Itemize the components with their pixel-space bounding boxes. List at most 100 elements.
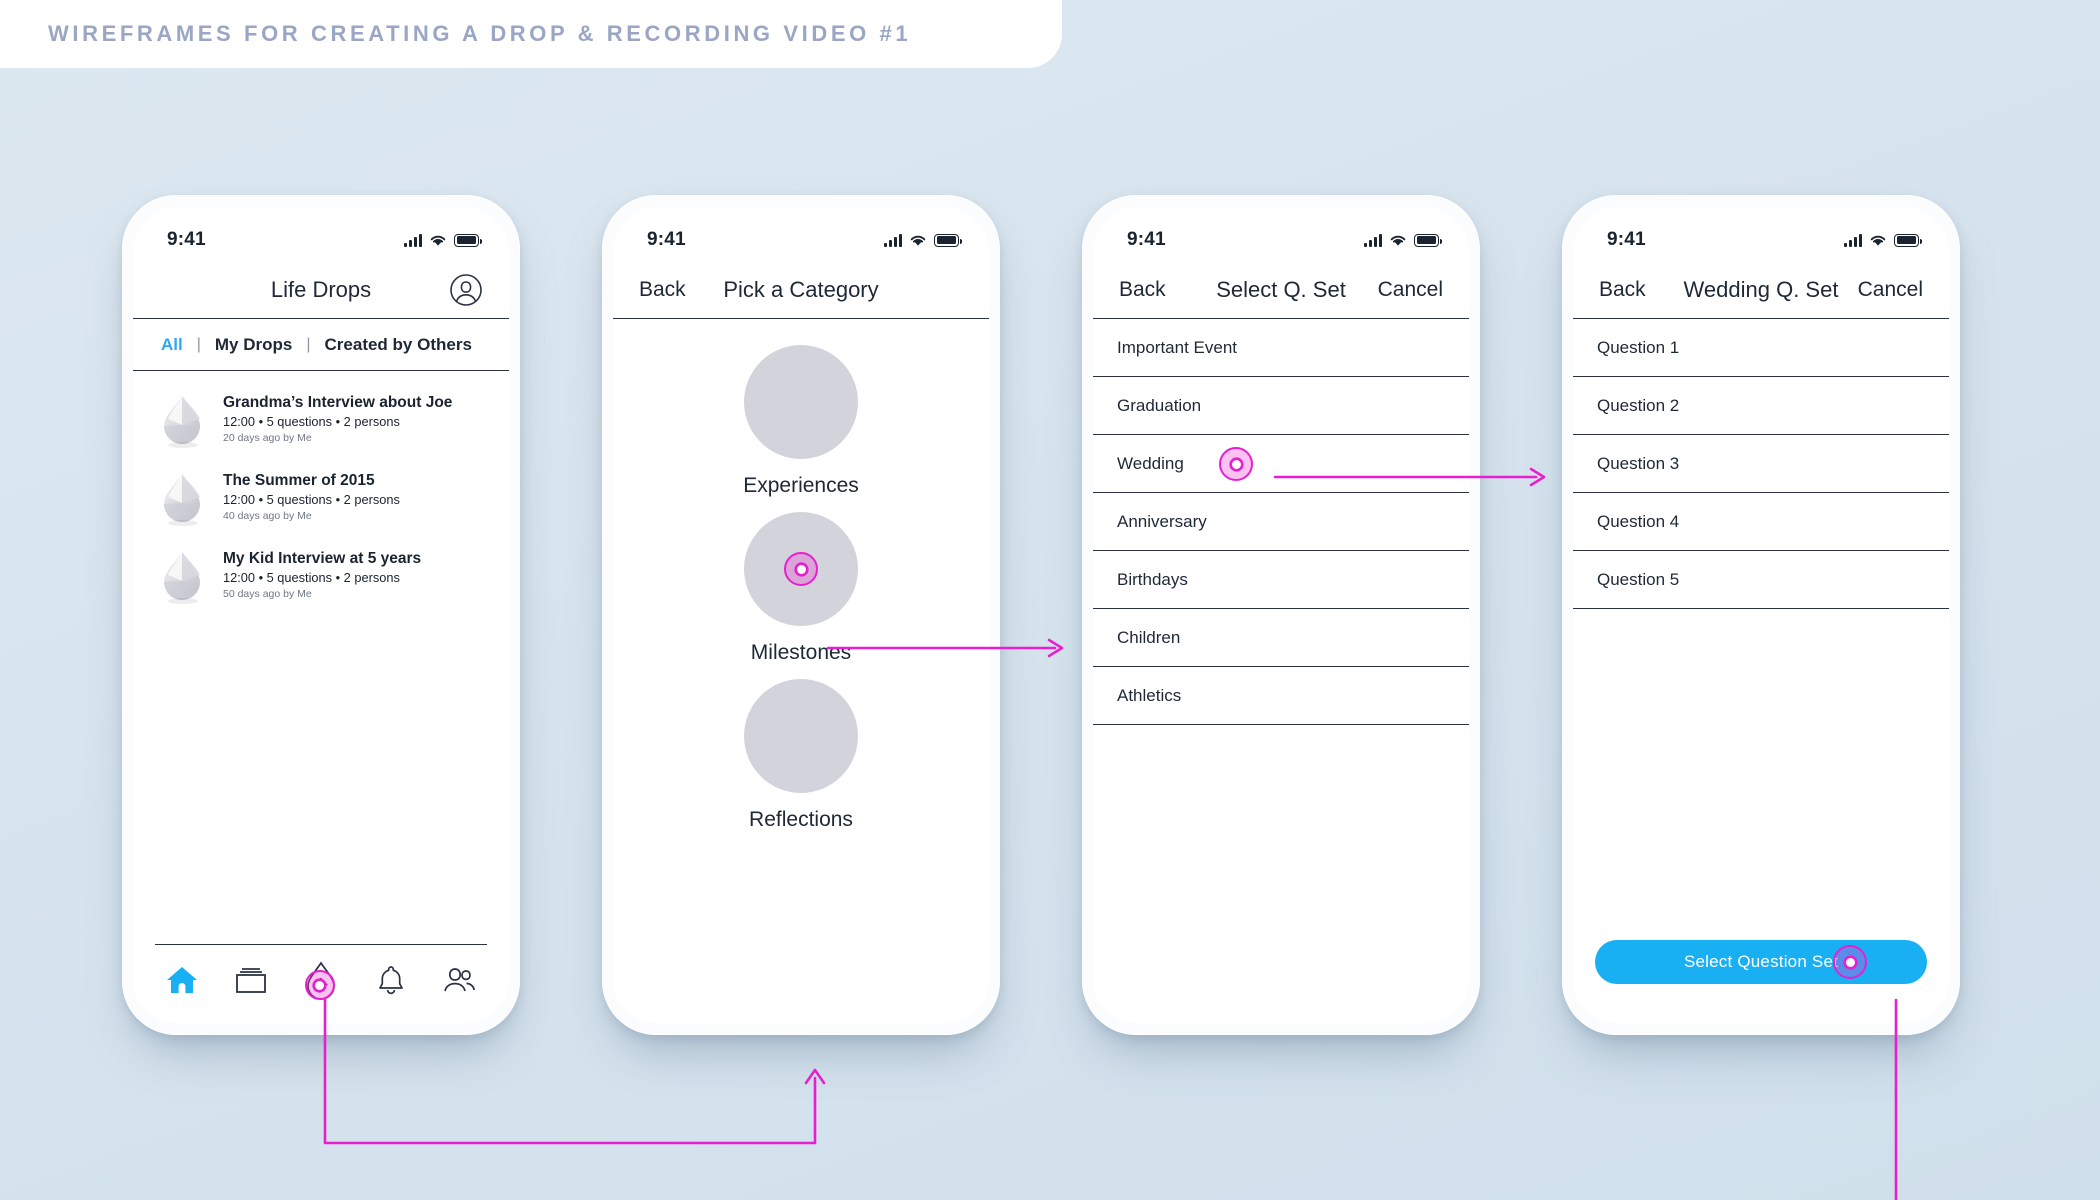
wifi-icon [1870, 235, 1886, 246]
tab-all[interactable]: All [161, 335, 183, 355]
drop-thumbnail-icon [155, 469, 209, 527]
phone-mockup-pick-category: 9:41 Back Pick a Category Experiences Mi… [602, 195, 1000, 1035]
list-item-athletics[interactable]: Athletics [1093, 667, 1469, 725]
cellular-bars-icon [404, 233, 422, 247]
drop-subtitle: 12:00 • 5 questions • 2 persons [223, 491, 400, 507]
status-bar: 9:41 [1573, 207, 1949, 261]
list-item-graduation[interactable]: Graduation [1093, 377, 1469, 435]
status-time: 9:41 [1127, 229, 1166, 250]
cta-container: Select Question Set [1573, 927, 1949, 1023]
status-icons [1844, 233, 1923, 247]
phone-mockup-wedding-qset: 9:41 Back Wedding Q. Set Cancel Question… [1562, 195, 1960, 1035]
list-item-question-1[interactable]: Question 1 [1573, 319, 1949, 377]
list-item-text: Grandma’s Interview about Joe 12:00 • 5 … [223, 393, 452, 447]
status-icons [884, 233, 963, 247]
cancel-button[interactable]: Cancel [1858, 278, 1923, 302]
bell-icon[interactable] [369, 958, 413, 1002]
phone-mockup-select-qset: 9:41 Back Select Q. Set Cancel Important… [1082, 195, 1480, 1035]
screen-select-qset: 9:41 Back Select Q. Set Cancel Important… [1093, 207, 1469, 1023]
drop-timestamp: 50 days ago by Me [223, 588, 312, 601]
status-bar: 9:41 [1093, 207, 1469, 261]
list-item-birthdays[interactable]: Birthdays [1093, 551, 1469, 609]
category-milestones[interactable]: Milestones [744, 512, 858, 665]
category-circle-icon [744, 345, 858, 459]
back-button[interactable]: Back [639, 278, 686, 302]
drop-title: Grandma’s Interview about Joe [223, 394, 453, 412]
connector-arrowhead-phone2 [804, 1068, 826, 1085]
drop-subtitle: 12:00 • 5 questions • 2 persons [223, 413, 400, 429]
cta-label: Select Question Set [1683, 952, 1839, 971]
drop-title: The Summer of 2015 [223, 472, 375, 490]
wifi-icon [1390, 235, 1406, 246]
connector-arrowhead-phone3 [1047, 638, 1064, 658]
list-item-question-2[interactable]: Question 2 [1573, 377, 1949, 435]
list-item-question-5[interactable]: Question 5 [1573, 551, 1949, 609]
tab-separator: | [196, 335, 201, 353]
list-item-wedding[interactable]: Wedding [1093, 435, 1469, 493]
list-item-anniversary[interactable]: Anniversary [1093, 493, 1469, 551]
tab-separator: | [306, 335, 311, 353]
drop-subtitle: 12:00 • 5 questions • 2 persons [223, 569, 400, 585]
drop-thumbnail-icon [155, 547, 209, 605]
tap-marker-add-drop [304, 970, 335, 1000]
wifi-icon [430, 235, 446, 246]
navbar-wedding-qset: Back Wedding Q. Set Cancel [1573, 261, 1949, 319]
phone-mockup-life-drops: 9:41 Life Drops All | My Drops | Created… [122, 195, 520, 1035]
drop-filter-tabs: All | My Drops | Created by Others [133, 319, 509, 371]
list-item[interactable]: Grandma’s Interview about Joe 12:00 • 5 … [133, 381, 509, 459]
add-drop-icon[interactable] [299, 958, 343, 1002]
cards-icon[interactable] [229, 958, 273, 1002]
select-question-set-button[interactable]: Select Question Set [1595, 940, 1927, 984]
category-experiences[interactable]: Experiences [743, 345, 859, 498]
back-button[interactable]: Back [1599, 278, 1646, 302]
tab-created-by-others[interactable]: Created by Others [325, 335, 472, 355]
status-bar: 9:41 [613, 207, 989, 261]
list-item-important-event[interactable]: Important Event [1093, 319, 1469, 377]
category-circle-icon [744, 679, 858, 793]
question-list: Question 1 Question 2 Question 3 Questio… [1573, 319, 1949, 927]
battery-full-icon [934, 233, 963, 247]
people-icon[interactable] [438, 958, 482, 1002]
cellular-bars-icon [1844, 233, 1862, 247]
navbar-pick-category: Back Pick a Category [613, 261, 989, 319]
status-time: 9:41 [1607, 229, 1646, 250]
list-item[interactable]: The Summer of 2015 12:00 • 5 questions •… [133, 459, 509, 537]
battery-full-icon [1414, 233, 1443, 247]
home-icon[interactable] [160, 958, 204, 1002]
list-item-question-4[interactable]: Question 4 [1573, 493, 1949, 551]
category-label: Milestones [750, 641, 852, 664]
screen-pick-category: 9:41 Back Pick a Category Experiences Mi… [613, 207, 989, 1023]
list-item-text: My Kid Interview at 5 years 12:00 • 5 qu… [223, 549, 421, 603]
list-item[interactable]: My Kid Interview at 5 years 12:00 • 5 qu… [133, 537, 509, 615]
cellular-bars-icon [884, 233, 902, 247]
status-icons [404, 233, 483, 247]
screen-wedding-qset: 9:41 Back Wedding Q. Set Cancel Question… [1573, 207, 1949, 1023]
list-item-label: Wedding [1117, 453, 1184, 473]
cancel-button[interactable]: Cancel [1378, 278, 1443, 302]
status-time: 9:41 [647, 229, 686, 250]
category-circle-icon [744, 512, 858, 626]
drop-timestamp: 20 days ago by Me [223, 432, 312, 445]
list-item-children[interactable]: Children [1093, 609, 1469, 667]
drop-thumbnail-icon [155, 391, 209, 449]
status-bar: 9:41 [133, 207, 509, 261]
list-item-text: The Summer of 2015 12:00 • 5 questions •… [223, 471, 400, 525]
navbar-select-qset: Back Select Q. Set Cancel [1093, 261, 1469, 319]
tab-my-drops[interactable]: My Drops [215, 335, 292, 355]
status-time: 9:41 [167, 229, 206, 250]
category-label: Reflections [749, 808, 853, 831]
list-item-question-3[interactable]: Question 3 [1573, 435, 1949, 493]
category-list: Experiences Milestones Reflections [613, 319, 989, 1023]
battery-full-icon [454, 233, 483, 247]
user-avatar-icon[interactable] [449, 273, 483, 307]
category-reflections[interactable]: Reflections [744, 679, 858, 832]
wifi-icon [910, 235, 926, 246]
back-button[interactable]: Back [1119, 278, 1166, 302]
connector-arrowhead-phone4 [1529, 467, 1546, 487]
screen-life-drops: 9:41 Life Drops All | My Drops | Created… [133, 207, 509, 1023]
drop-timestamp: 40 days ago by Me [223, 510, 312, 523]
battery-full-icon [1894, 233, 1923, 247]
tap-marker-select-question-set [1833, 945, 1867, 979]
status-icons [1364, 233, 1443, 247]
tap-marker-wedding [1219, 447, 1253, 481]
